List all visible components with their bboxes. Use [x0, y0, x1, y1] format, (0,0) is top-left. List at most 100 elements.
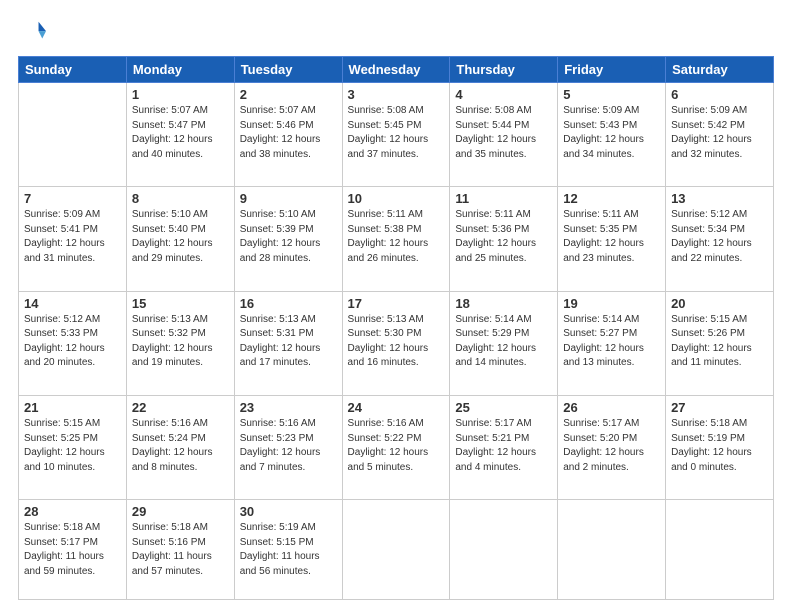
day-detail: Sunrise: 5:13 AM Sunset: 5:30 PM Dayligh… — [348, 313, 445, 371]
week-row-4: 21 Sunrise: 5:15 AM Sunset: 5:25 PM Dayli… — [19, 396, 774, 500]
day-detail: Sunrise: 5:17 AM Sunset: 5:21 PM Dayligh… — [455, 417, 552, 475]
day-detail: Sunrise: 5:18 AM Sunset: 5:16 PM Dayligh… — [132, 521, 229, 579]
day-detail: Sunrise: 5:17 AM Sunset: 5:20 PM Dayligh… — [563, 417, 660, 475]
weekday-header-wednesday: Wednesday — [342, 57, 450, 83]
logo — [18, 18, 50, 46]
weekday-header-monday: Monday — [126, 57, 234, 83]
calendar-cell: 22 Sunrise: 5:16 AM Sunset: 5:24 PM Dayli… — [126, 396, 234, 500]
weekday-header-tuesday: Tuesday — [234, 57, 342, 83]
day-detail: Sunrise: 5:19 AM Sunset: 5:15 PM Dayligh… — [240, 521, 337, 579]
calendar-cell: 5Sunrise: 5:09 AM Sunset: 5:43 PM Daylig… — [558, 83, 666, 187]
day-detail: Sunrise: 5:18 AM Sunset: 5:19 PM Dayligh… — [671, 417, 768, 475]
weekday-header-thursday: Thursday — [450, 57, 558, 83]
calendar-cell: 8Sunrise: 5:10 AM Sunset: 5:40 PM Daylig… — [126, 187, 234, 291]
day-detail: Sunrise: 5:16 AM Sunset: 5:24 PM Dayligh… — [132, 417, 229, 475]
calendar-cell: 19 Sunrise: 5:14 AM Sunset: 5:27 PM Dayli… — [558, 291, 666, 395]
day-number: 15 — [132, 296, 229, 311]
week-row-2: 7 Sunrise: 5:09 AM Sunset: 5:41 PM Daylig… — [19, 187, 774, 291]
calendar-cell: 9 Sunrise: 5:10 AM Sunset: 5:39 PM Daylig… — [234, 187, 342, 291]
day-detail: Sunrise: 5:15 AM Sunset: 5:26 PM Dayligh… — [671, 313, 768, 371]
calendar-cell: 14 Sunrise: 5:12 AM Sunset: 5:33 PM Dayli… — [19, 291, 127, 395]
day-number: 30 — [240, 504, 337, 519]
day-detail: Sunrise: 5:09 AM Sunset: 5:42 PM Dayligh… — [671, 104, 768, 162]
calendar-cell — [19, 83, 127, 187]
day-number: 21 — [24, 400, 121, 415]
day-number: 28 — [24, 504, 121, 519]
day-number: 10 — [348, 191, 445, 206]
calendar-cell: 28 Sunrise: 5:18 AM Sunset: 5:17 PM Dayli… — [19, 500, 127, 600]
calendar-cell: 30 Sunrise: 5:19 AM Sunset: 5:15 PM Dayli… — [234, 500, 342, 600]
day-number: 9 — [240, 191, 337, 206]
day-number: 14 — [24, 296, 121, 311]
week-row-3: 14 Sunrise: 5:12 AM Sunset: 5:33 PM Dayli… — [19, 291, 774, 395]
calendar-cell: 26 Sunrise: 5:17 AM Sunset: 5:20 PM Dayli… — [558, 396, 666, 500]
day-detail: Sunrise: 5:18 AM Sunset: 5:17 PM Dayligh… — [24, 521, 121, 579]
day-detail: Sunrise: 5:07 AM Sunset: 5:47 PM Dayligh… — [132, 104, 229, 162]
day-number: 8 — [132, 191, 229, 206]
day-number: 3 — [348, 87, 445, 102]
calendar-cell — [666, 500, 774, 600]
day-detail: Sunrise: 5:12 AM Sunset: 5:33 PM Dayligh… — [24, 313, 121, 371]
calendar-cell: 18 Sunrise: 5:14 AM Sunset: 5:29 PM Dayli… — [450, 291, 558, 395]
day-number: 4 — [455, 87, 552, 102]
calendar-cell: 29 Sunrise: 5:18 AM Sunset: 5:16 PM Dayli… — [126, 500, 234, 600]
header — [18, 18, 774, 46]
calendar-cell: 17 Sunrise: 5:13 AM Sunset: 5:30 PM Dayli… — [342, 291, 450, 395]
calendar-cell — [450, 500, 558, 600]
day-number: 19 — [563, 296, 660, 311]
calendar-cell — [558, 500, 666, 600]
day-detail: Sunrise: 5:12 AM Sunset: 5:34 PM Dayligh… — [671, 208, 768, 266]
day-number: 18 — [455, 296, 552, 311]
calendar-cell: 25 Sunrise: 5:17 AM Sunset: 5:21 PM Dayli… — [450, 396, 558, 500]
day-detail: Sunrise: 5:08 AM Sunset: 5:44 PM Dayligh… — [455, 104, 552, 162]
day-detail: Sunrise: 5:11 AM Sunset: 5:36 PM Dayligh… — [455, 208, 552, 266]
day-number: 20 — [671, 296, 768, 311]
day-detail: Sunrise: 5:11 AM Sunset: 5:38 PM Dayligh… — [348, 208, 445, 266]
day-detail: Sunrise: 5:14 AM Sunset: 5:29 PM Dayligh… — [455, 313, 552, 371]
day-number: 5 — [563, 87, 660, 102]
weekday-header-friday: Friday — [558, 57, 666, 83]
day-number: 11 — [455, 191, 552, 206]
week-row-1: 1Sunrise: 5:07 AM Sunset: 5:47 PM Daylig… — [19, 83, 774, 187]
calendar-cell: 4 Sunrise: 5:08 AM Sunset: 5:44 PM Daylig… — [450, 83, 558, 187]
day-detail: Sunrise: 5:08 AM Sunset: 5:45 PM Dayligh… — [348, 104, 445, 162]
calendar-cell — [342, 500, 450, 600]
day-detail: Sunrise: 5:11 AM Sunset: 5:35 PM Dayligh… — [563, 208, 660, 266]
day-number: 7 — [24, 191, 121, 206]
weekday-header-sunday: Sunday — [19, 57, 127, 83]
day-detail: Sunrise: 5:16 AM Sunset: 5:22 PM Dayligh… — [348, 417, 445, 475]
day-number: 29 — [132, 504, 229, 519]
calendar-cell: 1Sunrise: 5:07 AM Sunset: 5:47 PM Daylig… — [126, 83, 234, 187]
day-detail: Sunrise: 5:13 AM Sunset: 5:31 PM Dayligh… — [240, 313, 337, 371]
day-detail: Sunrise: 5:10 AM Sunset: 5:39 PM Dayligh… — [240, 208, 337, 266]
calendar-cell: 12Sunrise: 5:11 AM Sunset: 5:35 PM Dayli… — [558, 187, 666, 291]
calendar-cell: 24 Sunrise: 5:16 AM Sunset: 5:22 PM Dayli… — [342, 396, 450, 500]
day-number: 25 — [455, 400, 552, 415]
day-detail: Sunrise: 5:16 AM Sunset: 5:23 PM Dayligh… — [240, 417, 337, 475]
calendar-cell: 2 Sunrise: 5:07 AM Sunset: 5:46 PM Daylig… — [234, 83, 342, 187]
day-number: 22 — [132, 400, 229, 415]
day-detail: Sunrise: 5:09 AM Sunset: 5:41 PM Dayligh… — [24, 208, 121, 266]
day-number: 27 — [671, 400, 768, 415]
calendar-cell: 13 Sunrise: 5:12 AM Sunset: 5:34 PM Dayli… — [666, 187, 774, 291]
calendar-cell: 3 Sunrise: 5:08 AM Sunset: 5:45 PM Daylig… — [342, 83, 450, 187]
week-row-5: 28 Sunrise: 5:18 AM Sunset: 5:17 PM Dayli… — [19, 500, 774, 600]
weekday-header-saturday: Saturday — [666, 57, 774, 83]
day-number: 2 — [240, 87, 337, 102]
day-detail: Sunrise: 5:07 AM Sunset: 5:46 PM Dayligh… — [240, 104, 337, 162]
calendar-cell: 6Sunrise: 5:09 AM Sunset: 5:42 PM Daylig… — [666, 83, 774, 187]
day-number: 17 — [348, 296, 445, 311]
day-number: 26 — [563, 400, 660, 415]
calendar-cell: 11 Sunrise: 5:11 AM Sunset: 5:36 PM Dayli… — [450, 187, 558, 291]
weekday-header-row: SundayMondayTuesdayWednesdayThursdayFrid… — [19, 57, 774, 83]
day-detail: Sunrise: 5:14 AM Sunset: 5:27 PM Dayligh… — [563, 313, 660, 371]
day-number: 24 — [348, 400, 445, 415]
calendar-cell: 20 Sunrise: 5:15 AM Sunset: 5:26 PM Dayli… — [666, 291, 774, 395]
calendar-cell: 21 Sunrise: 5:15 AM Sunset: 5:25 PM Dayli… — [19, 396, 127, 500]
day-detail: Sunrise: 5:15 AM Sunset: 5:25 PM Dayligh… — [24, 417, 121, 475]
day-number: 13 — [671, 191, 768, 206]
logo-icon — [18, 18, 46, 46]
calendar-cell: 15 Sunrise: 5:13 AM Sunset: 5:32 PM Dayli… — [126, 291, 234, 395]
calendar-cell: 10 Sunrise: 5:11 AM Sunset: 5:38 PM Dayli… — [342, 187, 450, 291]
day-detail: Sunrise: 5:13 AM Sunset: 5:32 PM Dayligh… — [132, 313, 229, 371]
